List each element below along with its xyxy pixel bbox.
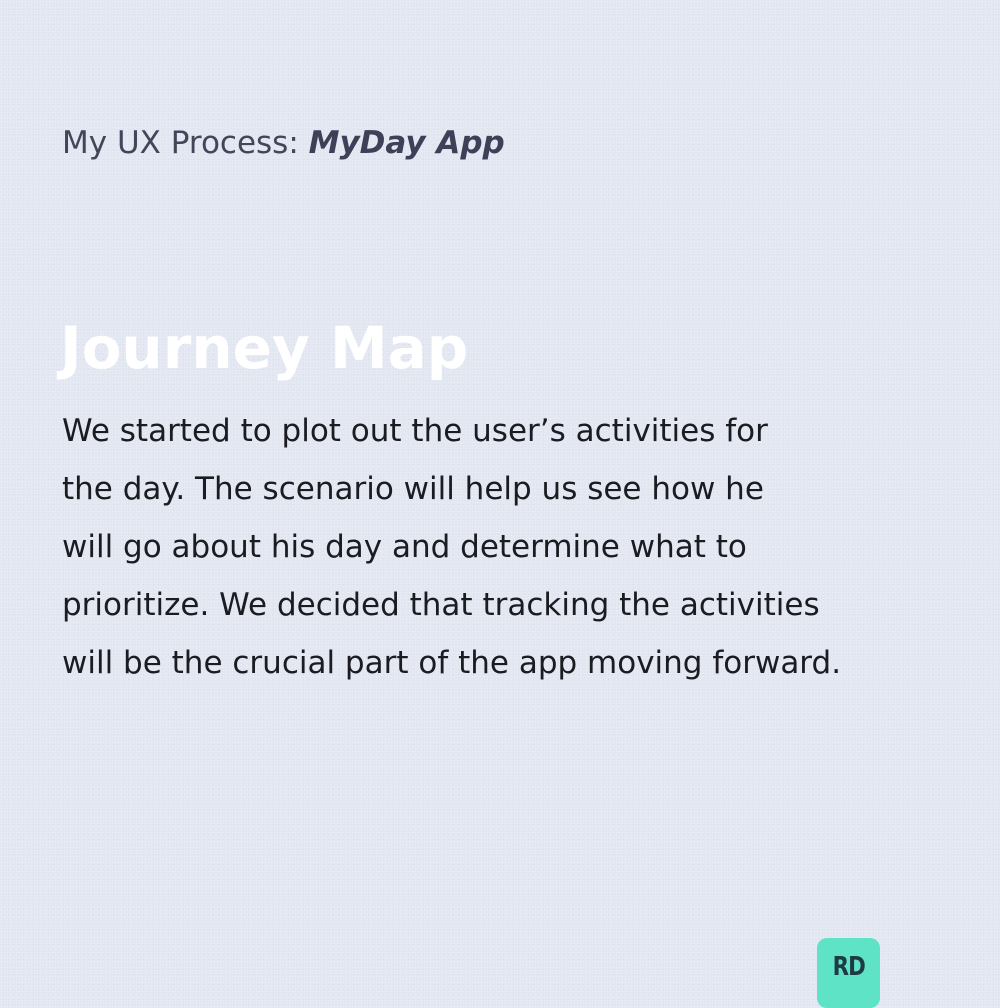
body-line: prioritize. We decided that tracking the… <box>62 587 820 623</box>
body-line: will go about his day and determine what… <box>62 529 747 565</box>
section-title: Journey Map <box>60 314 469 382</box>
slide: { "header": { "prefix": "My UX Process: … <box>0 0 1000 1008</box>
process-kicker: My UX Process: MyDay App <box>62 120 505 166</box>
body-paragraph: We started to plot out the user’s activi… <box>62 402 841 692</box>
rd-logo-badge: RD <box>817 938 880 1008</box>
app-name: MyDay App <box>308 125 505 161</box>
body-line: the day. The scenario will help us see h… <box>62 471 764 507</box>
body-line: We started to plot out the user’s activi… <box>62 413 768 449</box>
body-line: will be the crucial part of the app movi… <box>62 645 842 681</box>
kicker-prefix: My UX Process: <box>62 125 309 161</box>
rd-logo-icon: RD <box>832 952 865 982</box>
